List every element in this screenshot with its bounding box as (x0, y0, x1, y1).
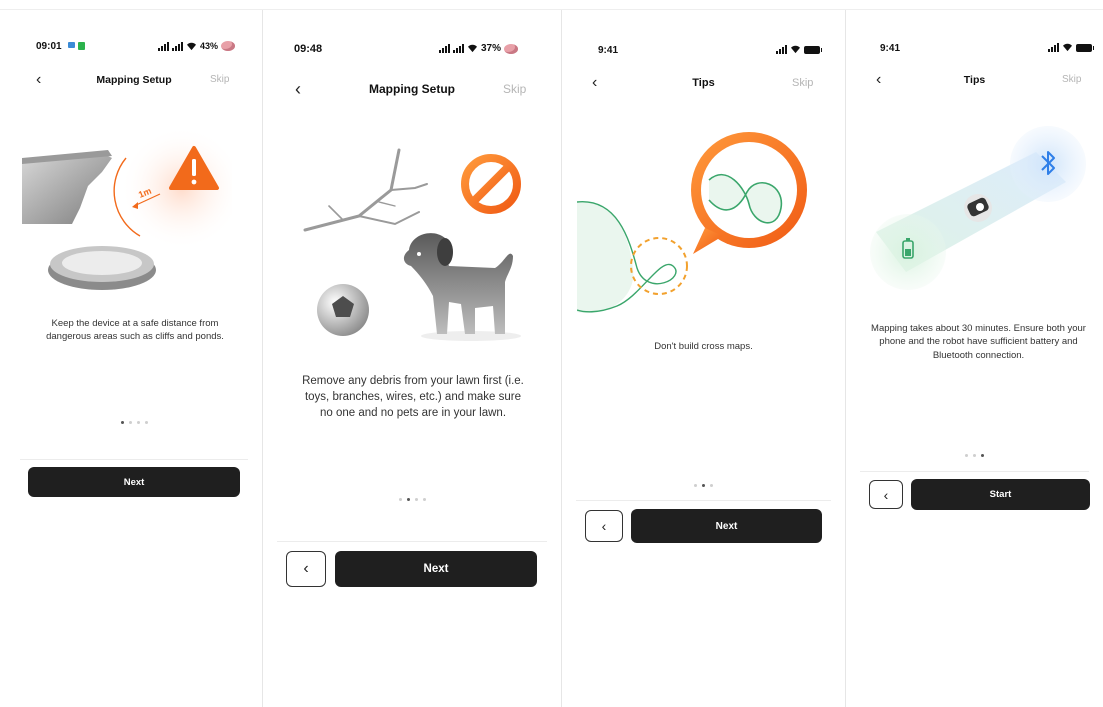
status-time: 9:41 (880, 43, 901, 54)
screenshot-canvas: 09:01 43% ‹ Mapping Setup Skip 1m Keep t… (0, 0, 1103, 707)
lawn-area (577, 201, 634, 314)
app-indicator-icon (504, 43, 519, 54)
page-dot (422, 498, 426, 501)
battery-icon (1076, 43, 1094, 52)
page-dot (702, 484, 705, 487)
signal-icon-2 (453, 44, 464, 53)
notification-icons (68, 42, 85, 50)
previous-button[interactable]: ‹ (585, 510, 623, 542)
battery-level (905, 249, 911, 256)
signal-icon (439, 44, 450, 53)
signal-icon (776, 45, 787, 54)
screen-mapping-setup-1: 09:01 43% ‹ Mapping Setup Skip 1m Keep t… (6, 10, 262, 707)
highlight-circle (630, 237, 688, 295)
pagination-dots (263, 498, 561, 501)
footer-divider (277, 541, 547, 542)
pond-water (62, 251, 142, 275)
start-button[interactable]: Start (911, 479, 1090, 510)
app-indicator-icon (221, 41, 236, 51)
footer-divider (860, 471, 1089, 472)
page-dot (414, 498, 418, 501)
pagination-dots (846, 454, 1103, 457)
warning-dot (191, 179, 197, 185)
cliff-rock (22, 152, 112, 224)
connection-illustration (870, 126, 1086, 290)
signal-icon (1048, 43, 1059, 52)
next-button[interactable]: Next (28, 467, 240, 497)
status-right-group (1048, 43, 1094, 52)
page-dot (965, 454, 968, 457)
status-bar: 09:48 37% (263, 10, 561, 55)
status-bar: 9:41 (846, 10, 1103, 54)
footer-divider (20, 459, 248, 460)
dog-icon (403, 233, 521, 341)
screen-tips-cross-maps: 9:41 ‹ Tips Skip Don't build cross maps.… (562, 10, 845, 707)
robot-lidar (976, 203, 984, 211)
wifi-icon (791, 45, 800, 54)
page-dot (981, 454, 984, 457)
battery-tip (906, 238, 910, 241)
cliff-pond-illustration: 1m (22, 128, 232, 290)
skip-link[interactable]: Skip (1062, 68, 1081, 92)
next-button[interactable]: Next (631, 509, 822, 543)
signal-icon-2 (172, 41, 183, 51)
battery-icon (804, 45, 822, 54)
status-right-group: 37% (439, 43, 519, 54)
page-dot (398, 498, 402, 501)
page-dot (136, 421, 140, 424)
pagination-dots (562, 484, 845, 487)
battery-percent: 37% (481, 43, 502, 54)
skip-link[interactable]: Skip (792, 71, 813, 95)
screen-tips-battery-bluetooth: 9:41 ‹ Tips Skip Mapping takes about 30 … (846, 10, 1103, 707)
previous-button[interactable]: ‹ (286, 551, 326, 587)
wifi-icon (187, 42, 196, 50)
branch-icon (303, 148, 428, 232)
status-right-group (776, 45, 822, 54)
nav-bar: ‹ Tips Skip (562, 71, 845, 95)
previous-button[interactable]: ‹ (869, 480, 903, 509)
skip-link[interactable]: Skip (210, 68, 229, 92)
tip-description: Don't build cross maps. (654, 341, 753, 352)
page-dot (973, 454, 976, 457)
cross-map-illustration (577, 132, 807, 314)
nav-bar: ‹ Mapping Setup Skip (6, 68, 262, 92)
footer-divider (576, 500, 831, 501)
nav-bar: ‹ Mapping Setup Skip (263, 77, 561, 101)
status-bar: 9:41 (562, 10, 845, 56)
status-right-group: 43% (158, 41, 236, 51)
debris-illustration (303, 148, 521, 341)
signal-icon (158, 41, 169, 51)
page-dot (120, 421, 124, 424)
tip-description: Remove any debris from your lawn first (… (302, 375, 524, 420)
tip-description: Mapping takes about 30 minutes. Ensure b… (871, 323, 1086, 361)
page-dot (128, 421, 132, 424)
nav-bar: ‹ Tips Skip (846, 68, 1103, 92)
page-dot (144, 421, 148, 424)
tip-description: Keep the device at a safe distance from … (46, 318, 224, 343)
status-bar: 09:01 43% (6, 10, 262, 52)
next-button[interactable]: Next (335, 551, 537, 587)
page-dot (406, 498, 410, 501)
page-dot (694, 484, 697, 487)
warning-bang (192, 159, 196, 176)
battery-percent: 43% (200, 41, 219, 51)
status-time: 09:01 (36, 41, 62, 52)
status-time: 09:48 (294, 43, 323, 55)
wifi-icon (1063, 43, 1072, 52)
prohibited-slash (470, 163, 512, 205)
wifi-icon (468, 44, 477, 53)
screen-mapping-setup-2: 09:48 37% ‹ Mapping Setup Skip Remove an… (263, 10, 561, 707)
status-time: 9:41 (598, 45, 619, 56)
page-dot (710, 484, 713, 487)
pagination-dots (6, 421, 262, 424)
skip-link[interactable]: Skip (503, 77, 526, 101)
